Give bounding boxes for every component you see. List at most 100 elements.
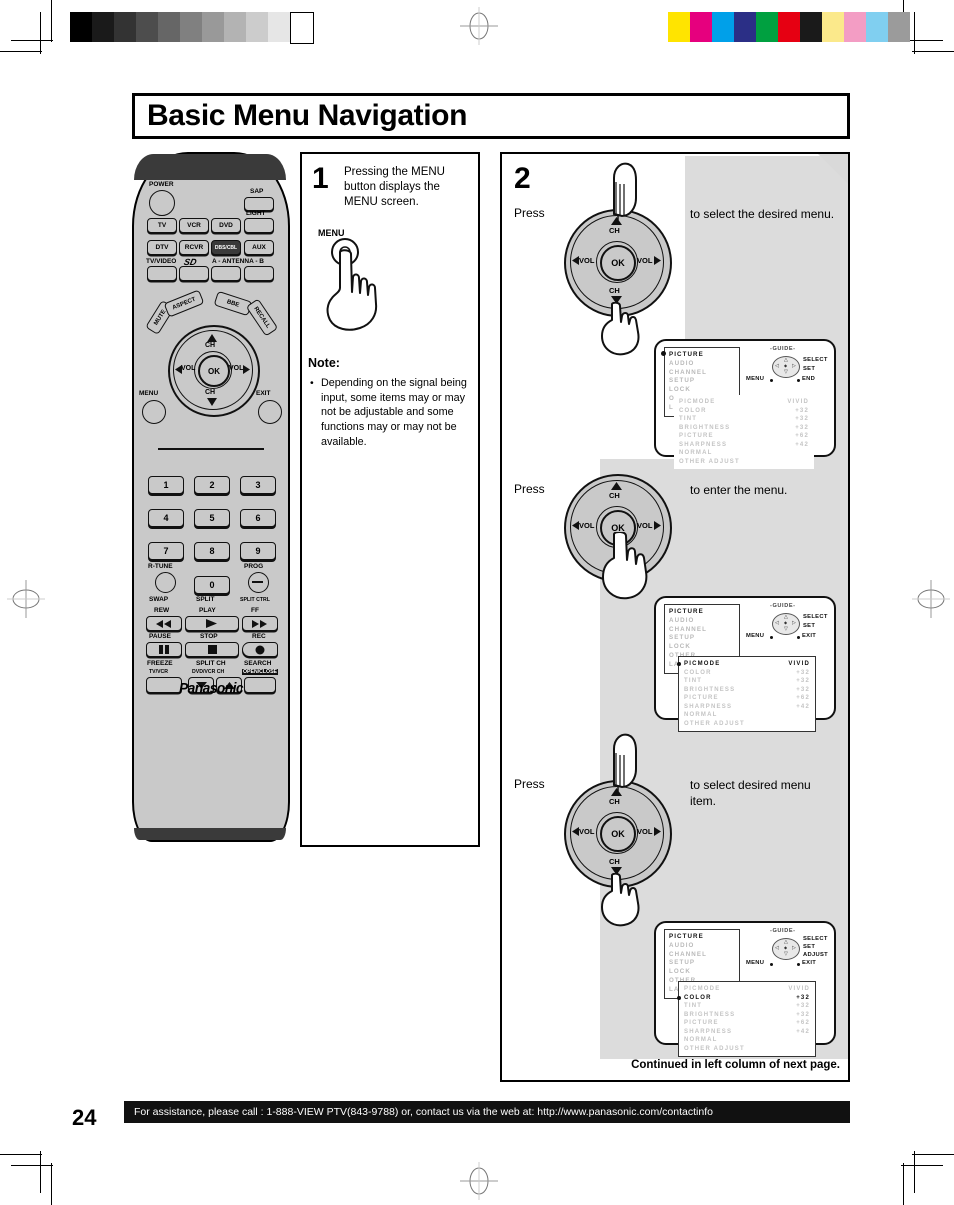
osd-3-param-7[interactable]: OTHER ADJUST [684,1045,810,1054]
osd-1-param-label-1: COLOR [679,407,707,414]
osd-1-param-value-4: +62 [795,433,809,440]
remote-number-2[interactable]: 2 [194,476,230,494]
crop-mark-bl-v2 [40,1151,41,1193]
remote-prog-button[interactable] [248,572,269,593]
remote-sap-button[interactable] [244,197,274,211]
osd-2-param-4[interactable]: PICTURE +62 [684,694,810,703]
osd-3-param-0[interactable]: PICMODE VIVID [684,985,810,994]
gray-bar-1 [92,12,114,42]
osd-2-param-label-6: NORMAL [684,712,718,719]
remote-button-dtv[interactable]: DTV [147,240,177,255]
remote-button-antenna-a[interactable] [211,266,241,281]
osd-1-menu-item-0[interactable]: PICTURE [669,351,735,360]
osd-3-param-label-6: NORMAL [684,1037,718,1044]
osd-3-menu-item-0[interactable]: PICTURE [669,933,735,942]
remote-number-5[interactable]: 5 [194,509,230,527]
remote-light-button[interactable] [244,218,274,233]
osd-1-param-0[interactable]: PICMODE VIVID [679,398,809,407]
remote-control-illustration: POWER SAP LIGHT TV VCR DVD DTV RCVR DBS/… [132,152,292,842]
remote-button-dvd[interactable]: DVD [211,218,241,233]
remote-button-dbscbl[interactable]: DBS/CBL [211,240,241,255]
remote-rew-button[interactable] [146,616,182,631]
crop-mark-tl-v2 [40,12,41,54]
osd-3-menu-item-1[interactable]: AUDIO [669,942,735,951]
osd-2-param-2[interactable]: TINT +32 [684,677,810,686]
osd-1-menu-item-4[interactable]: LOCK [669,386,735,395]
osd-2-menu-item-4[interactable]: LOCK [669,643,735,652]
remote-splitch-label: SPLIT CH [196,660,226,667]
remote-play-button[interactable] [185,616,239,631]
osd-3-param-2[interactable]: TINT +32 [684,1002,810,1011]
gray-bar-3 [136,12,158,42]
osd-3-menu-item-3[interactable]: SETUP [669,959,735,968]
gray-bar-10 [290,12,314,44]
osd-1-selection-bullet [661,351,666,356]
osd-screen-1: PICTURE AUDIO CHANNEL SETUP LOCK OTHER L… [654,339,836,470]
osd-2-menu-item-3[interactable]: SETUP [669,634,735,643]
remote-number-3[interactable]: 3 [240,476,276,494]
remote-button-antenna-b[interactable] [244,266,274,281]
remote-stop-button[interactable] [185,642,239,657]
remote-number-0[interactable]: 0 [194,576,230,594]
remote-number-7[interactable]: 7 [148,542,184,560]
osd-2-param-5[interactable]: SHARPNESS +42 [684,703,810,712]
osd-1-param-4[interactable]: PICTURE +62 [679,432,809,441]
osd-3-param-6[interactable]: NORMAL [684,1036,810,1045]
remote-number-1[interactable]: 1 [148,476,184,494]
wheel-2-ch-up-arrow-icon [611,482,622,490]
remote-button-aux[interactable]: AUX [244,240,274,255]
osd-2-param-6[interactable]: NORMAL [684,711,810,720]
osd-3-param-3[interactable]: BRIGHTNESS +32 [684,1011,810,1020]
remote-number-9[interactable]: 9 [240,542,276,560]
remote-button-sd[interactable] [179,266,209,281]
osd-2-menu-item-0[interactable]: PICTURE [669,608,735,617]
remote-antenna-label: A - ANTENNA - B [212,258,264,265]
remote-rtune-button[interactable] [155,572,176,593]
remote-power-button[interactable] [149,190,175,216]
osd-1-param-3[interactable]: BRIGHTNESS +32 [679,424,809,433]
remote-number-4[interactable]: 4 [148,509,184,527]
remote-pause-button[interactable] [146,642,182,657]
osd-3-param-value-4: +62 [796,1020,810,1027]
osd-1-menu-item-2[interactable]: CHANNEL [669,369,735,378]
osd-3-menu-item-2[interactable]: CHANNEL [669,951,735,960]
osd-2-param-1[interactable]: COLOR +32 [684,669,810,678]
osd-1-menu-item-3[interactable]: SETUP [669,377,735,386]
osd-1-param-5[interactable]: SHARPNESS +42 [679,441,809,450]
play-icon [206,619,217,628]
osd-1-param-7[interactable]: OTHER ADJUST [679,458,809,467]
osd-3-param-1[interactable]: COLOR +32 [677,994,810,1003]
osd-2-menu-item-1[interactable]: AUDIO [669,617,735,626]
osd-2-param-value-5: +42 [796,703,810,710]
remote-button-rcvr[interactable]: RCVR [179,240,209,255]
crop-mark-tr-v2 [914,12,915,54]
remote-rec-button[interactable] [242,642,278,657]
osd-2-menu-item-2[interactable]: CHANNEL [669,626,735,635]
osd-2-param-label-1: COLOR [684,669,712,676]
osd-2-param-0[interactable]: PICMODE VIVID [677,660,810,669]
remote-number-6[interactable]: 6 [240,509,276,527]
remote-number-8[interactable]: 8 [194,542,230,560]
osd-2-param-3[interactable]: BRIGHTNESS +32 [684,686,810,695]
osd-3-param-5[interactable]: SHARPNESS +42 [684,1028,810,1037]
osd-1-param-label-5: SHARPNESS [679,441,728,448]
remote-menu-button[interactable] [142,400,166,424]
remote-button-tv[interactable]: TV [147,218,177,233]
osd-1-param-1[interactable]: COLOR +32 [679,407,809,416]
remote-button-tvvideo[interactable] [147,266,177,281]
osd-3-param-value-3: +32 [796,1011,810,1018]
osd-1-param-6[interactable]: NORMAL [679,449,809,458]
wheel-3-vol-right-arrow-icon [654,827,661,836]
wheel-illustration-1-ok: OK [600,245,636,281]
remote-ff-button[interactable] [242,616,278,631]
osd-1-param-2[interactable]: TINT +32 [679,415,809,424]
remote-button-vcr[interactable]: VCR [179,218,209,233]
osd-2-selection-bullet [677,662,681,666]
remote-exit-button[interactable] [258,400,282,424]
osd-3-menu-item-4[interactable]: LOCK [669,968,735,977]
osd-1-menu-item-1[interactable]: AUDIO [669,360,735,369]
hand-pressing-ch-up-icon-1 [613,162,637,220]
osd-2-param-7[interactable]: OTHER ADJUST [684,720,810,729]
osd-3-param-4[interactable]: PICTURE +62 [684,1019,810,1028]
osd-1-param-label-3: BRIGHTNESS [679,424,731,431]
